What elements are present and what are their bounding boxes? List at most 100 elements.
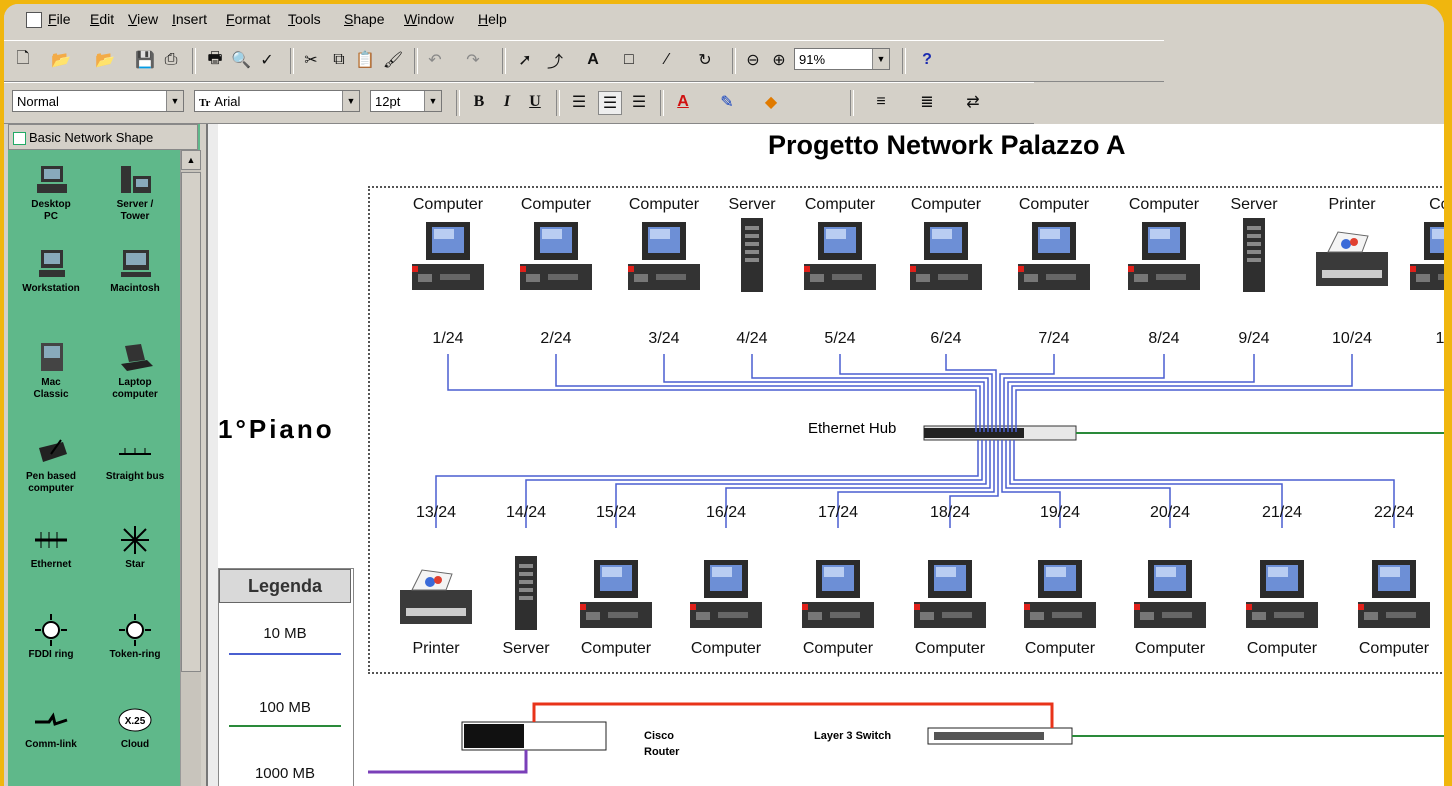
printer-icon[interactable] (400, 569, 472, 624)
computer-icon[interactable] (1018, 222, 1090, 290)
shape-cloud[interactable]: X.25 Cloud (92, 704, 178, 751)
save-web-icon[interactable]: ⎙ (160, 49, 182, 71)
rotation-tool-icon[interactable]: ↻ (694, 49, 716, 71)
menu-format[interactable]: Format (226, 11, 270, 27)
bold-button[interactable]: B (468, 91, 490, 113)
align-center-icon[interactable]: ☰ (598, 91, 622, 115)
server-icon[interactable] (515, 556, 537, 630)
rectangle-tool-icon[interactable]: □ (618, 49, 640, 71)
menu-insert[interactable]: Insert (172, 11, 207, 27)
shape-label: Comm-link (25, 739, 77, 750)
drawing-canvas[interactable]: Progetto Network Palazzo A 1°Piano Compu… (206, 124, 1444, 786)
text-tool-icon[interactable]: A (582, 49, 604, 71)
undo-icon[interactable]: ↶ (424, 49, 446, 71)
printer-icon[interactable] (1316, 231, 1388, 286)
pointer-tool-icon[interactable]: ➚ (514, 49, 536, 71)
zoom-combo[interactable]: 91% ▼ (794, 48, 890, 70)
server-icon[interactable] (741, 218, 763, 292)
shape-fddi-ring[interactable]: FDDI ring (8, 614, 94, 661)
shape-server-tower[interactable]: Server / Tower (92, 164, 178, 223)
menu-help[interactable]: Help (478, 11, 507, 27)
computer-icon[interactable] (520, 222, 592, 290)
menu-tools[interactable]: Tools (288, 11, 321, 27)
save-icon[interactable]: 💾 (134, 49, 156, 71)
shape-token-ring[interactable]: Token-ring (92, 614, 178, 661)
shape-ethernet[interactable]: Ethernet (8, 524, 94, 571)
align-left-icon[interactable]: ☰ (568, 91, 590, 113)
chevron-down-icon[interactable]: ▼ (424, 91, 441, 111)
paste-icon[interactable]: 📋 (354, 49, 376, 71)
line-tool-icon[interactable]: ⁄ (656, 49, 678, 71)
scroll-thumb[interactable] (181, 172, 201, 672)
stencil-open-icon[interactable]: 📂 (94, 49, 116, 71)
server-icon[interactable] (1243, 218, 1265, 292)
redo-icon[interactable]: ↷ (462, 49, 484, 71)
fill-color-icon[interactable]: ◆ (760, 91, 782, 113)
menu-edit[interactable]: Edit (90, 11, 114, 27)
format-painter-icon[interactable]: 🖌 (382, 49, 404, 71)
computer-icon[interactable] (412, 222, 484, 290)
computer-icon[interactable] (1410, 222, 1444, 290)
open-icon[interactable]: 📂 (50, 49, 72, 71)
menu-file[interactable]: File (48, 11, 71, 27)
print-icon[interactable]: 🖶 (204, 49, 226, 71)
computer-icon[interactable] (580, 560, 652, 628)
chevron-down-icon[interactable]: ▼ (166, 91, 183, 111)
align-right-icon[interactable]: ☰ (628, 91, 650, 113)
font-combo[interactable]: Tr Arial ▼ (194, 90, 360, 112)
menu-window[interactable]: Window (404, 11, 454, 27)
scroll-up-icon[interactable]: ▲ (181, 150, 201, 170)
size-combo[interactable]: 12pt ▼ (370, 90, 442, 112)
line-color-icon[interactable]: ✎ (716, 91, 738, 113)
shape-workstation[interactable]: Workstation (8, 248, 94, 295)
shape-comm-link[interactable]: Comm-link (8, 704, 94, 751)
font-color-icon[interactable]: A (672, 91, 694, 113)
computer-icon[interactable] (802, 560, 874, 628)
shape-straight-bus[interactable]: Straight bus (92, 436, 178, 483)
cut-icon[interactable]: ✂ (300, 49, 322, 71)
shape-pen-computer[interactable]: Pen based computer (8, 436, 94, 495)
shape-laptop[interactable]: Laptop computer (92, 342, 178, 401)
computer-icon[interactable] (1024, 560, 1096, 628)
line-ends-icon[interactable]: ⇄ (962, 91, 984, 113)
spelling-icon[interactable]: ✓ (256, 49, 278, 71)
computer-part (1040, 229, 1060, 239)
zoom-out-icon[interactable]: ⊖ (742, 49, 764, 71)
underline-button[interactable]: U (524, 91, 546, 113)
computer-part (690, 604, 696, 610)
shape-mac-classic[interactable]: Mac Classic (8, 342, 94, 401)
chevron-down-icon[interactable]: ▼ (872, 49, 889, 69)
shape-desktop-pc[interactable]: Desktop PC (8, 164, 94, 223)
computer-part (1156, 567, 1176, 577)
zoom-value: 91% (799, 52, 826, 67)
italic-button[interactable]: I (496, 91, 518, 113)
line-pattern-icon[interactable]: ≣ (916, 91, 938, 113)
computer-icon[interactable] (1246, 560, 1318, 628)
computer-icon[interactable] (1134, 560, 1206, 628)
app-document-icon[interactable] (26, 12, 42, 28)
new-document-icon[interactable]: 🗋 (12, 49, 34, 71)
help-icon[interactable]: ? (916, 49, 938, 71)
shape-label: Cloud (120, 739, 150, 750)
computer-icon[interactable] (914, 560, 986, 628)
print-preview-icon[interactable]: 🔍 (230, 49, 252, 71)
copy-icon[interactable]: ⧉ (328, 49, 350, 71)
stencil-title-bar[interactable]: Basic Network Shape (8, 124, 198, 150)
computer-icon[interactable] (910, 222, 982, 290)
connector-tool-icon[interactable]: ⤴ (544, 49, 566, 71)
computer-icon[interactable] (1128, 222, 1200, 290)
line-weight-icon[interactable]: ≡ (870, 91, 892, 113)
shape-star[interactable]: Star (92, 524, 178, 571)
computer-icon[interactable] (628, 222, 700, 290)
computer-icon[interactable] (804, 222, 876, 290)
menu-view[interactable]: View (128, 11, 158, 27)
computer-part (628, 266, 634, 272)
computer-icon[interactable] (690, 560, 762, 628)
menu-shape[interactable]: Shape (344, 11, 385, 27)
chevron-down-icon[interactable]: ▼ (342, 91, 359, 111)
stencil-scrollbar[interactable]: ▲ (180, 150, 201, 786)
zoom-in-icon[interactable]: ⊕ (768, 49, 790, 71)
computer-icon[interactable] (1358, 560, 1430, 628)
style-combo[interactable]: Normal ▼ (12, 90, 184, 112)
shape-macintosh[interactable]: Macintosh (92, 248, 178, 295)
